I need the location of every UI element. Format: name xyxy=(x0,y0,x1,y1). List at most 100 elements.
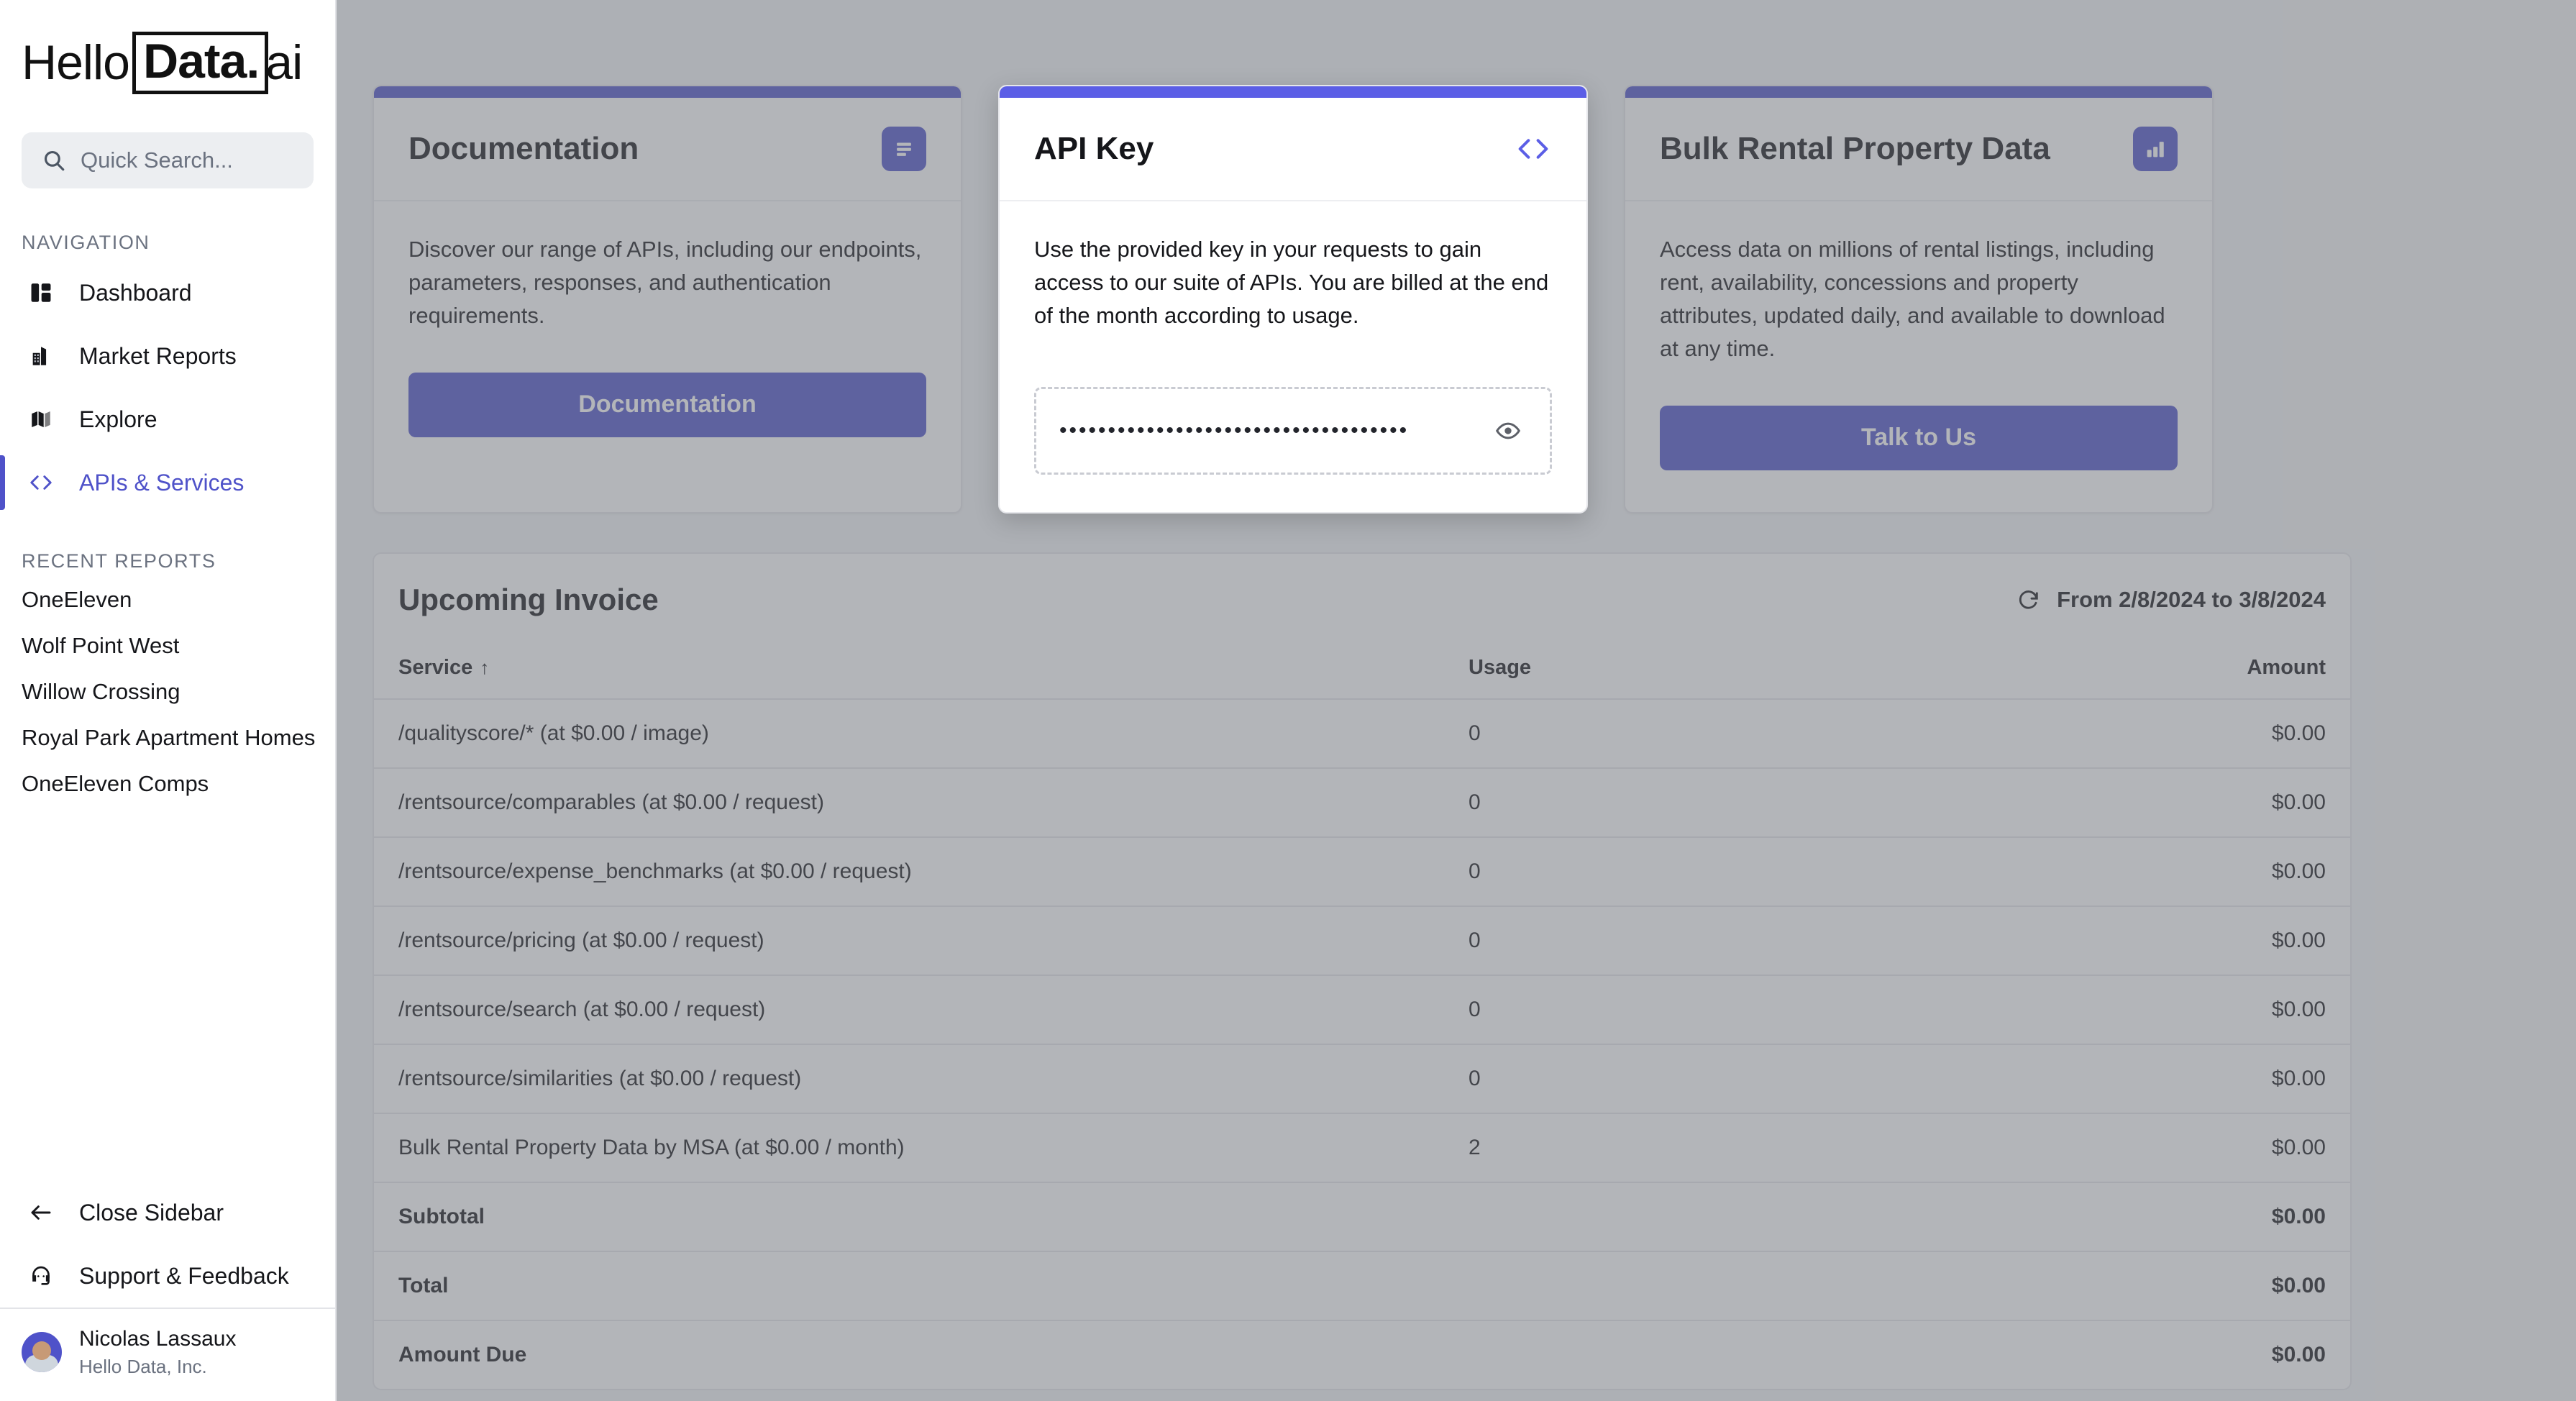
close-sidebar-button[interactable]: Close Sidebar xyxy=(0,1181,335,1244)
recent-report-item[interactable]: Wolf Point West xyxy=(0,623,335,669)
navigation-label: NAVIGATION xyxy=(22,232,150,253)
cell-amount: $0.00 xyxy=(1947,905,2350,976)
cell-usage: 0 xyxy=(1444,836,1947,907)
card-header: API Key xyxy=(1000,98,1586,201)
cell-amount: $0.00 xyxy=(1947,1182,2350,1252)
table-row-total: Total $0.00 xyxy=(374,1251,2350,1321)
sort-ascending-icon: ↑ xyxy=(480,656,490,678)
cell-service: Bulk Rental Property Data by MSA (at $0.… xyxy=(374,1113,1444,1183)
column-header-service[interactable]: Service ↑ xyxy=(374,645,1444,700)
api-key-masked-value: •••••••••••••••••••••••••••••••••••• xyxy=(1059,418,1410,442)
upcoming-invoice-card: Upcoming Invoice From 2/8/2024 to 3/8/20… xyxy=(373,552,2352,1390)
card-description: Use the provided key in your requests to… xyxy=(1034,237,1549,328)
cell-amount: $0.00 xyxy=(1947,1251,2350,1321)
close-sidebar-label: Close Sidebar xyxy=(79,1199,224,1226)
documentation-button[interactable]: Documentation xyxy=(408,372,926,437)
code-icon xyxy=(1515,134,1552,163)
cell-usage xyxy=(1444,1182,1947,1252)
card-description: Access data on millions of rental listin… xyxy=(1660,237,2165,361)
cell-service: /rentsource/comparables (at $0.00 / requ… xyxy=(374,767,1444,838)
recent-report-item[interactable]: Royal Park Apartment Homes xyxy=(0,715,335,761)
dashboard-icon xyxy=(24,280,58,305)
search-icon xyxy=(42,148,66,173)
cell-amount: $0.00 xyxy=(1947,1044,2350,1114)
cell-service: Total xyxy=(374,1251,1444,1321)
cell-usage xyxy=(1444,1251,1947,1321)
cell-amount: $0.00 xyxy=(2271,1342,2326,1366)
talk-to-us-button[interactable]: Talk to Us xyxy=(1660,405,2178,470)
card-title: Documentation xyxy=(408,131,639,166)
card-body: Discover our range of APIs, including ou… xyxy=(374,201,961,475)
sidebar-item-explore[interactable]: Explore xyxy=(0,388,335,451)
search-placeholder: Quick Search... xyxy=(81,147,233,173)
table-row-amount-due: Amount Due $0.00 xyxy=(374,1320,2350,1389)
invoice-table-head: Service ↑ Usage Amount xyxy=(374,645,2350,700)
sidebar-item-market-reports[interactable]: Market Reports xyxy=(0,324,335,388)
refresh-icon[interactable] xyxy=(2017,588,2041,612)
card-accent-bar xyxy=(1000,86,1586,98)
table-row: /qualityscore/* (at $0.00 / image) 0 $0.… xyxy=(374,698,2350,769)
cell-service: Amount Due xyxy=(398,1342,527,1366)
invoice-header: Upcoming Invoice From 2/8/2024 to 3/8/20… xyxy=(374,554,2350,646)
table-header-row: Service ↑ Usage Amount xyxy=(374,645,2350,700)
cell-usage: 0 xyxy=(1444,767,1947,838)
user-profile[interactable]: Nicolas Lassaux Hello Data, Inc. xyxy=(0,1308,335,1401)
cell-service: Subtotal xyxy=(374,1182,1444,1252)
table-row: /rentsource/expense_benchmarks (at $0.00… xyxy=(374,836,2350,907)
sidebar-item-dashboard[interactable]: Dashboard xyxy=(0,261,335,324)
map-icon xyxy=(24,407,58,432)
cell-usage: 0 xyxy=(1444,905,1947,976)
sidebar-item-label: Explore xyxy=(79,406,157,432)
card-title: Bulk Rental Property Data xyxy=(1660,131,2050,166)
sidebar-item-apis-services[interactable]: APIs & Services xyxy=(0,451,335,514)
card-header: Documentation xyxy=(374,98,961,201)
cell-amount: $0.00 xyxy=(1947,698,2350,769)
logo-hello: Hello xyxy=(22,35,130,91)
card-body: Use the provided key in your requests to… xyxy=(1000,201,1586,512)
cell-service: /rentsource/pricing (at $0.00 / request) xyxy=(374,905,1444,976)
cell-amount: $0.00 xyxy=(1947,767,2350,838)
recent-report-item[interactable]: Willow Crossing xyxy=(0,669,335,715)
building-icon xyxy=(24,344,58,368)
logo[interactable]: Hello Data. ai xyxy=(0,0,335,122)
recent-report-item[interactable]: OneEleven Comps xyxy=(0,761,335,807)
invoice-table: Service ↑ Usage Amount /qualityscore/* (a… xyxy=(374,645,2350,1389)
cell-amount: $0.00 xyxy=(1947,975,2350,1045)
table-row: /rentsource/search (at $0.00 / request) … xyxy=(374,975,2350,1045)
bulk-rental-property-data-card: Bulk Rental Property Data Access data on… xyxy=(1624,85,2214,514)
card-accent-bar xyxy=(374,86,961,98)
user-name: Nicolas Lassaux xyxy=(79,1327,237,1351)
api-key-card: API Key Use the provided key in your req… xyxy=(998,85,1588,514)
table-row: /rentsource/similarities (at $0.00 / req… xyxy=(374,1044,2350,1114)
card-header: Bulk Rental Property Data xyxy=(1625,98,2212,201)
sidebar-item-label: Market Reports xyxy=(79,342,237,369)
avatar xyxy=(22,1332,62,1373)
cell-usage: 0 xyxy=(1444,1044,1947,1114)
logo-ai: ai xyxy=(265,35,303,91)
card-title: API Key xyxy=(1034,131,1154,166)
support-feedback-label: Support & Feedback xyxy=(79,1262,289,1289)
documentation-card: Documentation Discover our range of APIs… xyxy=(373,85,962,514)
card-body: Access data on millions of rental listin… xyxy=(1625,201,2212,508)
search-input[interactable]: Quick Search... xyxy=(22,132,314,188)
cards-row: Documentation Discover our range of APIs… xyxy=(337,0,2576,514)
recent-report-item[interactable]: OneEleven xyxy=(0,577,335,623)
support-feedback-button[interactable]: Support & Feedback xyxy=(0,1244,335,1308)
cell-amount: $0.00 xyxy=(1947,1113,2350,1183)
cell-service: /qualityscore/* (at $0.00 / image) xyxy=(374,698,1444,769)
column-header-service-label: Service xyxy=(398,655,473,679)
cell-usage xyxy=(1444,1320,1947,1389)
eye-icon[interactable] xyxy=(1489,412,1527,449)
table-row: /rentsource/pricing (at $0.00 / request)… xyxy=(374,905,2350,976)
app-root: Hello Data. ai Quick Search... NAVIGATION … xyxy=(0,0,2576,1401)
cell-service: /rentsource/expense_benchmarks (at $0.00… xyxy=(374,836,1444,907)
cell-usage: 0 xyxy=(1444,698,1947,769)
user-organization: Hello Data, Inc. xyxy=(79,1355,207,1377)
invoice-table-body: /qualityscore/* (at $0.00 / image) 0 $0.… xyxy=(374,698,2350,1389)
invoice-date-range: From 2/8/2024 to 3/8/2024 xyxy=(2017,587,2326,613)
column-header-usage[interactable]: Usage xyxy=(1444,645,1947,700)
api-key-field[interactable]: •••••••••••••••••••••••••••••••••••• xyxy=(1034,386,1552,475)
column-header-amount[interactable]: Amount xyxy=(1947,645,2350,700)
sidebar-item-label: Dashboard xyxy=(79,279,192,306)
